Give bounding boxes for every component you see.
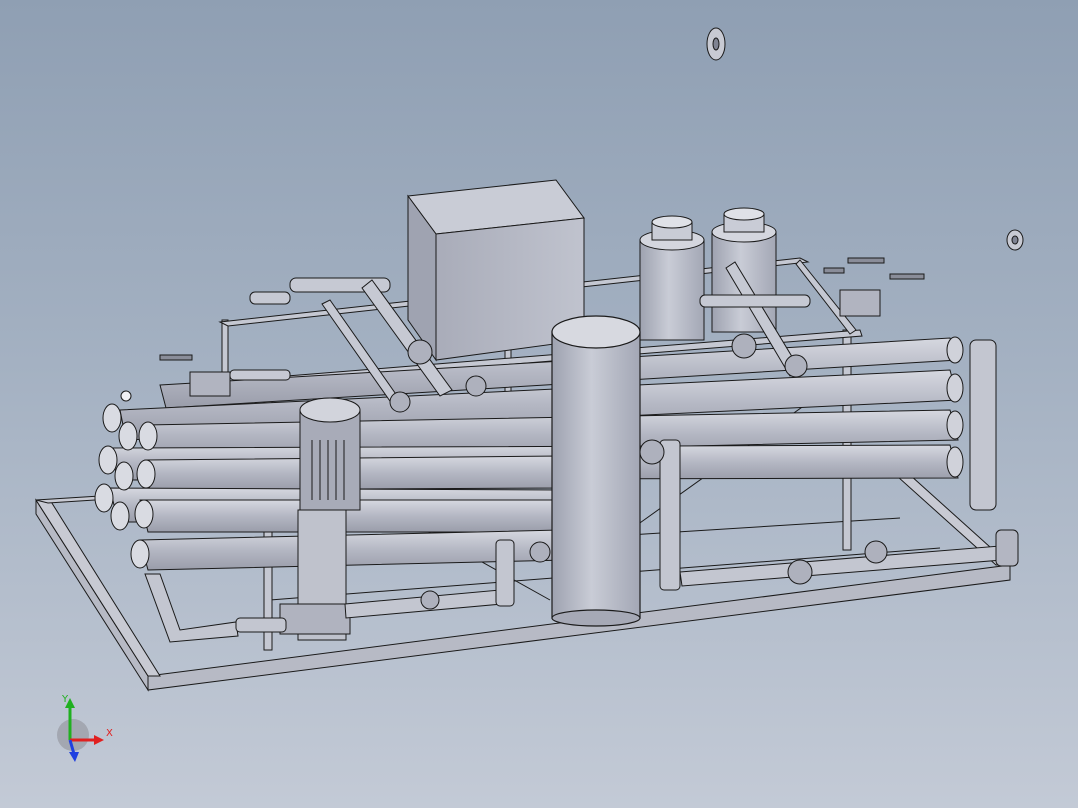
cartridge-filter-housings (639, 207, 777, 341)
x-axis-label: X (106, 728, 113, 739)
coordinate-triad[interactable]: Y X (40, 690, 120, 770)
cad-graphics-viewport[interactable]: Y X (0, 0, 1078, 808)
y-axis-label: Y (61, 694, 69, 705)
ro-skid-3d-model[interactable] (0, 0, 1078, 808)
product-water-tank (551, 315, 641, 627)
z-axis-head (69, 752, 79, 762)
x-axis-head (94, 735, 104, 745)
